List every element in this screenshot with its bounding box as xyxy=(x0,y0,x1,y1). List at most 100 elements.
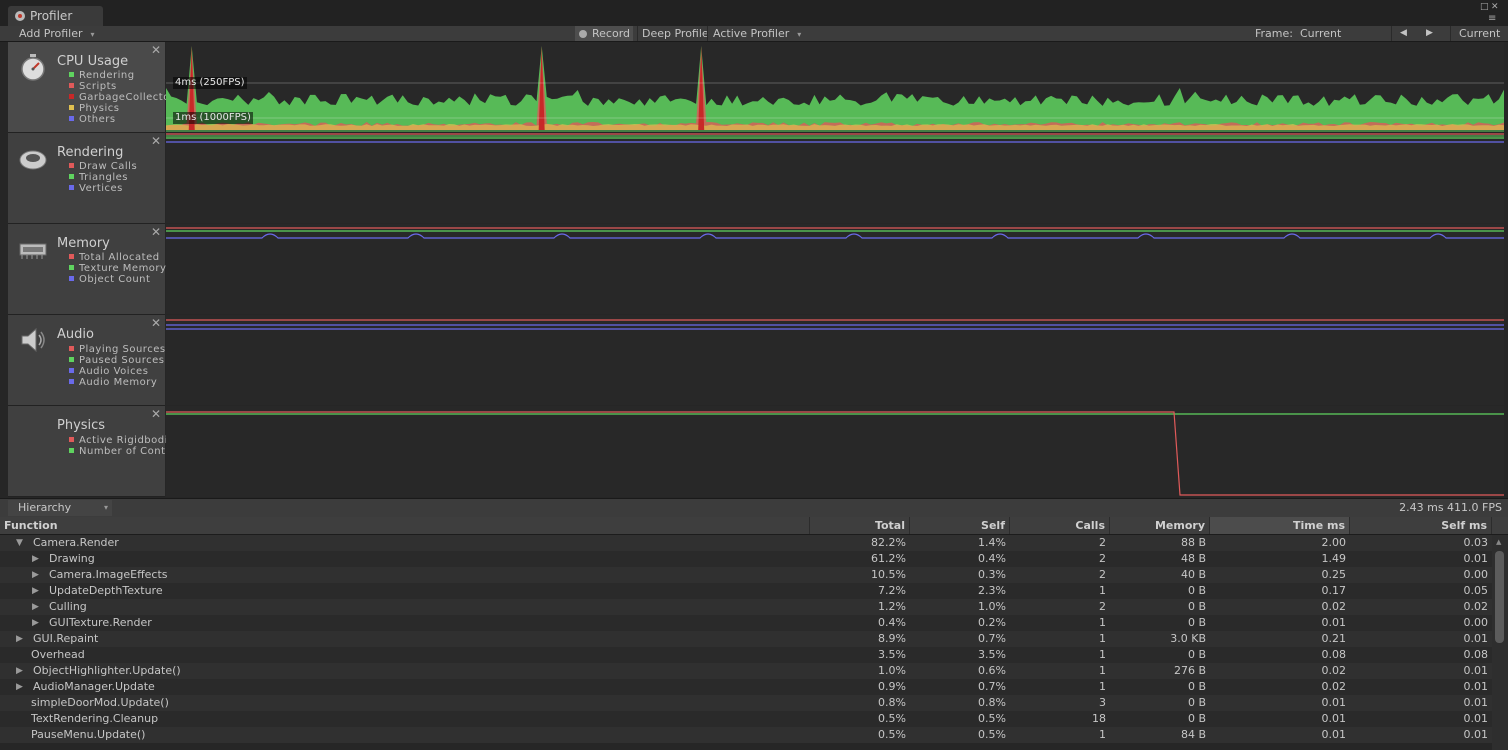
legend-item[interactable]: Triangles xyxy=(69,172,128,183)
cell-memory: 40 B xyxy=(1180,568,1206,581)
cell-total: 7.2% xyxy=(878,584,906,597)
close-icon[interactable]: ✕ xyxy=(1491,2,1499,12)
fps-marker-4ms: 4ms (250FPS) xyxy=(173,77,247,89)
expanded-arrow-icon[interactable]: ▼ xyxy=(16,535,23,551)
module-rendering[interactable]: Rendering ✕ Draw Calls Triangles Vertice… xyxy=(8,133,165,224)
function-name: Culling xyxy=(49,600,87,613)
table-row[interactable]: ▶ Culling 1.2% 1.0% 2 0 B 0.02 0.02 xyxy=(0,599,1492,615)
table-row[interactable]: ▼ Camera.Render 82.2% 1.4% 2 88 B 2.00 0.03 xyxy=(0,535,1492,551)
next-frame-button[interactable]: ▶ xyxy=(1426,26,1433,41)
table-row[interactable]: TextRendering.Cleanup 0.5% 0.5% 18 0 B 0.01 0.… xyxy=(0,711,1492,727)
collapsed-arrow-icon[interactable]: ▶ xyxy=(32,567,39,583)
table-row[interactable]: ▶ ObjectHighlighter.Update() 1.0% 0.6% 1 276 … xyxy=(0,663,1492,679)
prev-frame-button[interactable]: ◀ xyxy=(1400,26,1407,41)
legend-item[interactable]: Active Rigidbodies xyxy=(69,435,180,446)
cell-calls: 1 xyxy=(1099,680,1106,693)
scroll-up-icon[interactable]: ▲ xyxy=(1496,538,1501,546)
physics-rigidbodies-line xyxy=(166,411,1504,496)
collapsed-arrow-icon[interactable]: ▶ xyxy=(32,551,39,567)
cell-memory: 0 B xyxy=(1187,680,1206,693)
collapsed-arrow-icon[interactable]: ▶ xyxy=(16,679,23,695)
collapsed-arrow-icon[interactable]: ▶ xyxy=(32,599,39,615)
speaker-icon xyxy=(21,327,45,353)
collapsed-arrow-icon[interactable]: ▶ xyxy=(32,583,39,599)
legend-item[interactable]: Others xyxy=(69,114,116,125)
collapsed-arrow-icon[interactable]: ▶ xyxy=(16,631,23,647)
profiler-icon xyxy=(15,11,25,21)
cell-calls: 2 xyxy=(1099,600,1106,613)
table-row[interactable]: ▶ UpdateDepthTexture 7.2% 2.3% 1 0 B 0.17 0.05 xyxy=(0,583,1492,599)
legend-item[interactable]: Texture Memory xyxy=(69,263,166,274)
tab-strip: Profiler □ ✕ ≡ xyxy=(0,0,1508,26)
legend-item[interactable]: Playing Sources xyxy=(69,344,166,355)
close-module-icon[interactable]: ✕ xyxy=(151,225,161,239)
deep-profile-button[interactable]: Deep Profile xyxy=(642,26,709,41)
column-total[interactable]: Total xyxy=(810,517,910,534)
cell-calls: 3 xyxy=(1099,696,1106,709)
close-module-icon[interactable]: ✕ xyxy=(151,407,161,421)
table-row[interactable]: ▶ Camera.ImageEffects 10.5% 0.3% 2 40 B 0.25 0.… xyxy=(0,567,1492,583)
cell-self: 0.3% xyxy=(978,568,1006,581)
current-frame-button[interactable]: Current xyxy=(1459,26,1500,41)
table-row[interactable]: ▶ GUITexture.Render 0.4% 0.2% 1 0 B 0.01 0.00 xyxy=(0,615,1492,631)
cell-self-ms: 0.01 xyxy=(1463,632,1489,645)
collapsed-arrow-icon[interactable]: ▶ xyxy=(32,615,39,631)
cell-self: 0.8% xyxy=(978,696,1006,709)
cell-self: 1.4% xyxy=(978,536,1006,549)
table-row[interactable]: ▶ AudioManager.Update 0.9% 0.7% 1 0 B 0.02 0.01 xyxy=(0,679,1492,695)
fps-marker-1ms: 1ms (1000FPS) xyxy=(173,112,253,124)
frame-value: Current xyxy=(1300,27,1342,40)
module-physics[interactable]: Physics ✕ Active Rigidbodies Number of C… xyxy=(8,406,188,497)
close-module-icon[interactable]: ✕ xyxy=(151,43,161,57)
record-button[interactable]: Record xyxy=(575,26,634,41)
menu-icon[interactable]: ≡ xyxy=(1488,13,1496,24)
module-audio[interactable]: Audio ✕ Playing Sources Paused Sources A… xyxy=(8,315,165,406)
legend-item[interactable]: Paused Sources xyxy=(69,355,165,366)
function-name: Drawing xyxy=(49,552,95,565)
cell-memory: 276 B xyxy=(1173,664,1206,677)
tab-profiler[interactable]: Profiler xyxy=(8,6,103,26)
table-row[interactable]: ▶ GUI.Repaint 8.9% 0.7% 1 3.0 KB 0.21 0.01 xyxy=(0,631,1492,647)
column-self[interactable]: Self xyxy=(910,517,1010,534)
legend-item[interactable]: Draw Calls xyxy=(69,161,137,172)
vertical-scrollbar[interactable]: ▲ xyxy=(1492,535,1508,750)
legend-item[interactable]: GarbageCollector xyxy=(69,92,174,103)
cell-memory: 0 B xyxy=(1187,584,1206,597)
module-cpu-usage[interactable]: CPU Usage ✕ Rendering Scripts GarbageCol… xyxy=(8,42,174,133)
column-memory[interactable]: Memory xyxy=(1110,517,1210,534)
legend-item[interactable]: Object Count xyxy=(69,274,150,285)
legend-item[interactable]: Vertices xyxy=(69,183,123,194)
cell-time-ms: 0.21 xyxy=(1321,632,1347,645)
active-profiler-dropdown[interactable]: Active Profiler xyxy=(713,26,801,41)
close-module-icon[interactable]: ✕ xyxy=(151,316,161,330)
add-profiler-dropdown[interactable]: Add Profiler xyxy=(19,26,95,41)
table-row[interactable]: PauseMenu.Update() 0.5% 0.5% 1 84 B 0.01 0.01 xyxy=(0,727,1492,743)
scrollbar-thumb[interactable] xyxy=(1495,551,1504,643)
table-row[interactable]: Overhead 3.5% 3.5% 1 0 B 0.08 0.08 xyxy=(0,647,1492,663)
column-time-ms[interactable]: Time ms xyxy=(1210,517,1350,534)
table-row[interactable]: simpleDoorMod.Update() 0.8% 0.8% 3 0 B 0.01 0.… xyxy=(0,695,1492,711)
cell-time-ms: 0.02 xyxy=(1321,680,1347,693)
column-function[interactable]: Function xyxy=(0,517,810,534)
cell-calls: 2 xyxy=(1099,552,1106,565)
maximize-icon[interactable]: □ xyxy=(1480,2,1489,12)
legend-item[interactable]: Rendering xyxy=(69,70,135,81)
cell-total: 0.8% xyxy=(878,696,906,709)
legend-item[interactable]: Audio Voices xyxy=(69,366,148,377)
cell-time-ms: 0.02 xyxy=(1321,664,1347,677)
cell-self: 0.7% xyxy=(978,680,1006,693)
collapsed-arrow-icon[interactable]: ▶ xyxy=(16,663,23,679)
view-mode-dropdown[interactable]: Hierarchy xyxy=(8,500,112,516)
column-self-ms[interactable]: Self ms xyxy=(1350,517,1492,534)
legend-item[interactable]: Scripts xyxy=(69,81,117,92)
column-calls[interactable]: Calls xyxy=(1010,517,1110,534)
legend-item[interactable]: Total Allocated xyxy=(69,252,160,263)
legend-item[interactable]: Audio Memory xyxy=(69,377,157,388)
profiler-window: Profiler □ ✕ ≡ Add Profiler Record Deep … xyxy=(0,0,1508,750)
legend-item[interactable]: Physics xyxy=(69,103,119,114)
cell-self: 0.7% xyxy=(978,632,1006,645)
cell-total: 3.5% xyxy=(878,648,906,661)
module-memory[interactable]: Memory ✕ Total Allocated Texture Memory … xyxy=(8,224,166,315)
close-module-icon[interactable]: ✕ xyxy=(151,134,161,148)
table-row[interactable]: ▶ Drawing 61.2% 0.4% 2 48 B 1.49 0.01 xyxy=(0,551,1492,567)
